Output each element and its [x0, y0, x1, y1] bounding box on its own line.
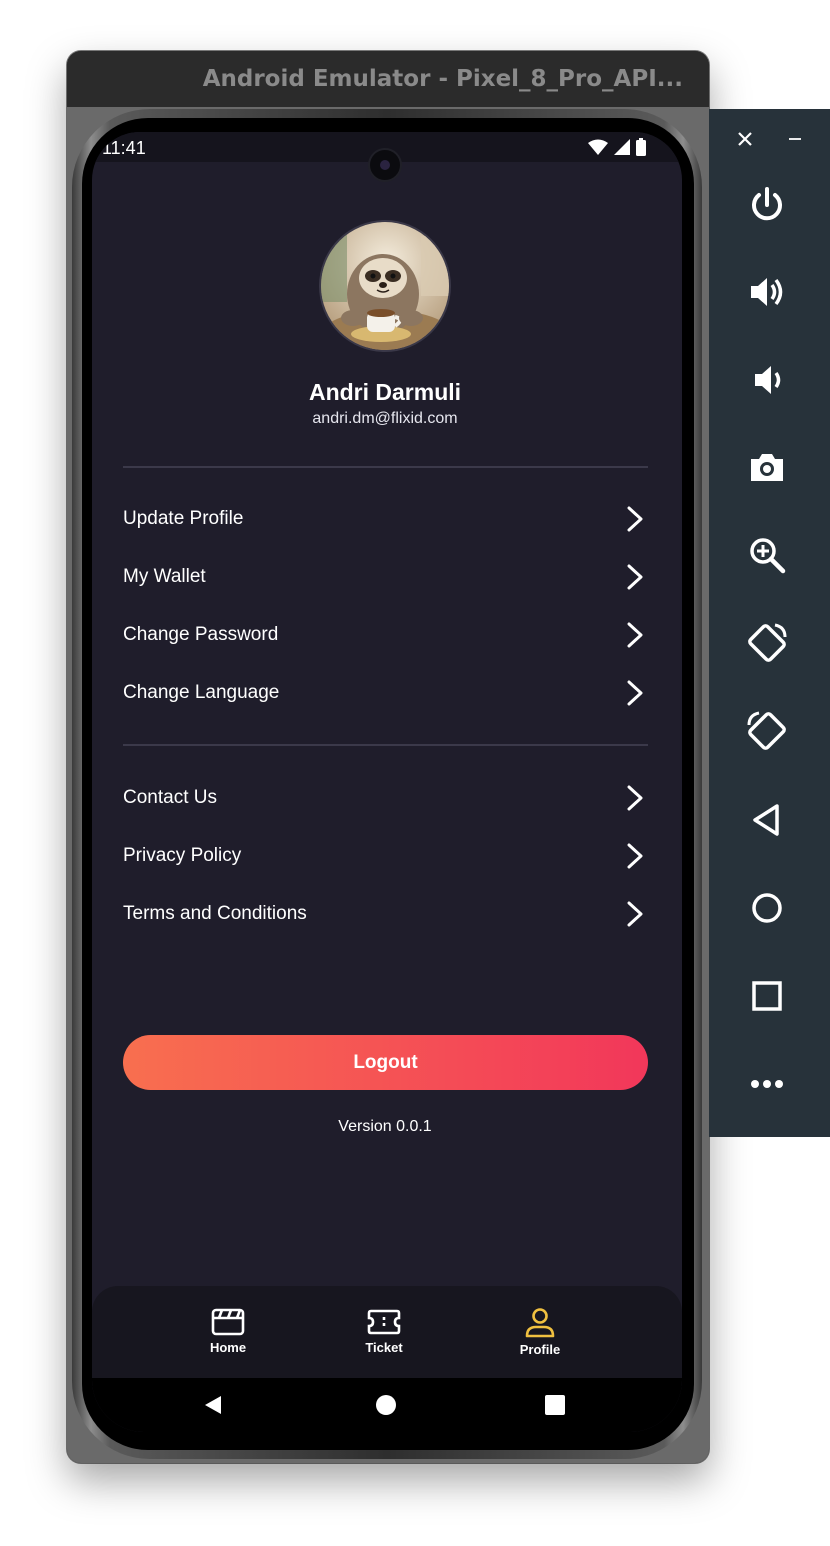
- avatar[interactable]: [319, 220, 451, 352]
- menu-item-contact-us[interactable]: Contact Us: [123, 769, 648, 827]
- menu-item-label: Privacy Policy: [123, 845, 242, 866]
- volume-down-button[interactable]: [745, 358, 789, 402]
- more-icon: [751, 1080, 783, 1088]
- screenshot-button[interactable]: [745, 445, 789, 489]
- overview-icon: [752, 981, 782, 1011]
- emulator-title: Android Emulator - Pixel_8_Pro_API...: [202, 66, 683, 92]
- nav-label: Ticket: [365, 1340, 403, 1355]
- menu-item-label: Contact Us: [123, 787, 217, 808]
- nav-item-ticket[interactable]: Ticket: [344, 1308, 424, 1355]
- system-nav-bar: [92, 1378, 682, 1432]
- menu-item-change-language[interactable]: Change Language: [123, 664, 648, 722]
- chevron-right-icon: [627, 785, 643, 811]
- camera-cutout: [368, 148, 402, 182]
- menu-item-label: My Wallet: [123, 566, 206, 587]
- rotate-left-icon: [748, 623, 787, 662]
- chevron-right-icon: [627, 506, 643, 532]
- clapperboard-icon: [211, 1308, 245, 1336]
- home-button[interactable]: [745, 886, 789, 930]
- rotate-left-button[interactable]: [745, 621, 789, 665]
- menu-item-change-password[interactable]: Change Password: [123, 606, 648, 664]
- bottom-nav: Home Ticket Profile: [92, 1286, 682, 1380]
- power-icon: [752, 187, 782, 221]
- back-button[interactable]: [745, 798, 789, 842]
- minimize-icon: [789, 138, 801, 140]
- user-name: Andri Darmuli: [308, 379, 462, 405]
- chevron-right-icon: [627, 901, 643, 927]
- overview-button[interactable]: [745, 974, 789, 1018]
- sloth-avatar-image: [321, 222, 449, 350]
- minimize-button[interactable]: [773, 117, 817, 161]
- signal-icon: [614, 139, 630, 155]
- person-icon: [525, 1308, 555, 1338]
- nav-home-icon[interactable]: [375, 1394, 397, 1416]
- volume-down-icon: [755, 366, 781, 394]
- rotate-right-button[interactable]: [745, 709, 789, 753]
- emulator-side-toolbar: [709, 109, 830, 1137]
- menu-item-terms-and-conditions[interactable]: Terms and Conditions: [123, 885, 648, 943]
- menu-item-my-wallet[interactable]: My Wallet: [123, 548, 648, 606]
- volume-up-button[interactable]: [745, 270, 789, 314]
- support-menu: Contact Us Privacy Policy Terms and Cond…: [123, 769, 648, 943]
- chevron-right-icon: [627, 622, 643, 648]
- emulator-titlebar[interactable]: Android Emulator - Pixel_8_Pro_API...: [67, 51, 709, 107]
- zoom-icon: [750, 538, 786, 574]
- menu-item-label: Update Profile: [123, 508, 244, 529]
- nav-item-profile[interactable]: Profile: [500, 1308, 580, 1357]
- camera-icon: [751, 454, 783, 481]
- ticket-icon: [367, 1309, 401, 1335]
- status-icons: [588, 138, 646, 156]
- menu-item-privacy-policy[interactable]: Privacy Policy: [123, 827, 648, 885]
- nav-label: Home: [209, 1340, 247, 1355]
- logout-button[interactable]: Logout: [123, 1035, 648, 1090]
- rotate-right-icon: [747, 711, 786, 750]
- nav-recents-icon[interactable]: [544, 1394, 566, 1416]
- home-icon: [752, 893, 782, 923]
- nav-label: Profile: [519, 1342, 561, 1357]
- power-button[interactable]: [745, 183, 789, 227]
- chevron-right-icon: [627, 564, 643, 590]
- app-screen: 11:41 Andri Darmuli andri.dm@flixid.com …: [92, 132, 682, 1432]
- account-menu: Update Profile My Wallet Change Password…: [123, 490, 648, 722]
- battery-icon: [636, 138, 646, 156]
- close-button[interactable]: [723, 117, 767, 161]
- back-icon: [753, 804, 779, 836]
- nav-item-home[interactable]: Home: [188, 1308, 268, 1355]
- menu-item-update-profile[interactable]: Update Profile: [123, 490, 648, 548]
- menu-item-label: Terms and Conditions: [123, 903, 307, 924]
- app-version: Version 0.0.1: [338, 1118, 432, 1135]
- status-time: 11:41: [102, 138, 146, 158]
- wifi-icon: [588, 139, 608, 155]
- menu-item-label: Change Language: [123, 682, 280, 703]
- divider: [123, 466, 648, 468]
- volume-up-icon: [751, 278, 783, 306]
- chevron-right-icon: [627, 843, 643, 869]
- menu-item-label: Change Password: [123, 624, 279, 645]
- zoom-button[interactable]: [745, 533, 789, 577]
- nav-back-icon[interactable]: [202, 1394, 224, 1416]
- chevron-right-icon: [627, 680, 643, 706]
- divider: [123, 744, 648, 746]
- close-icon: [738, 132, 752, 146]
- more-button[interactable]: [745, 1062, 789, 1106]
- user-email: andri.dm@flixid.com: [312, 410, 458, 427]
